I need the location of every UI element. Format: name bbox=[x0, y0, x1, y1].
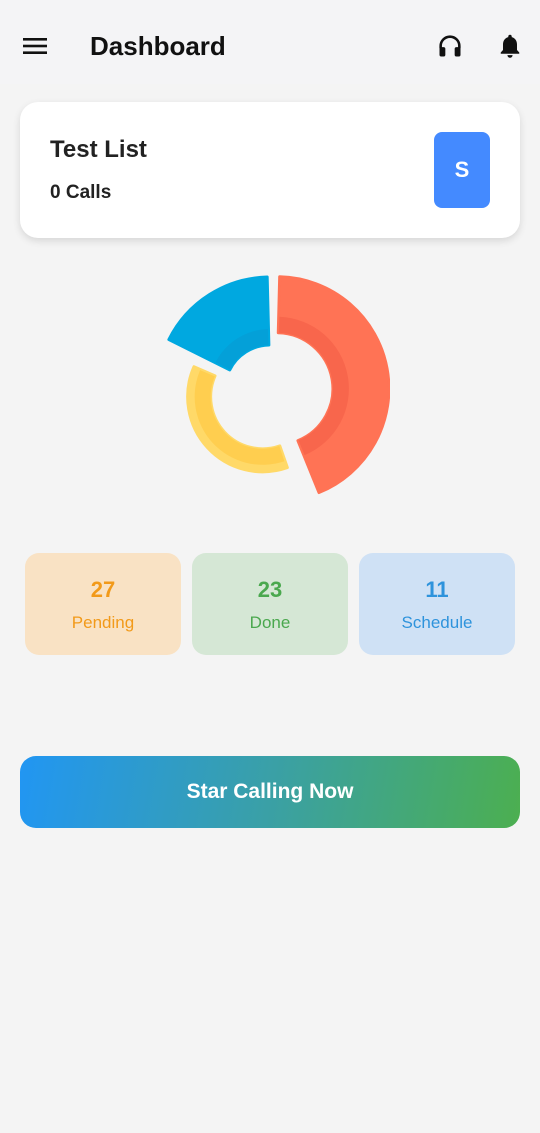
done-label: Done bbox=[249, 613, 291, 632]
list-name: Test List bbox=[50, 136, 147, 163]
donut-slice-inner-shade bbox=[194, 370, 285, 465]
stat-card-schedule[interactable]: 11 Schedule bbox=[359, 553, 515, 655]
donut-slice-fill bbox=[167, 275, 271, 372]
bell-icon bbox=[500, 34, 520, 58]
schedule-label: Schedule bbox=[401, 613, 473, 632]
call-list-card[interactable]: Test List 0 Calls S bbox=[20, 102, 520, 238]
page-title: Dashboard bbox=[90, 31, 226, 61]
donut-slice-pending bbox=[276, 275, 390, 495]
pending-label: Pending bbox=[71, 613, 135, 632]
avatar[interactable]: S bbox=[434, 132, 490, 208]
stat-card-pending[interactable]: 27 Pending bbox=[25, 553, 181, 655]
status-donut-chart bbox=[167, 275, 390, 495]
call-count: 0 Calls bbox=[50, 182, 112, 203]
app-bar: Dashboard bbox=[0, 0, 540, 84]
notifications-button[interactable] bbox=[494, 30, 526, 62]
support-button[interactable] bbox=[434, 30, 466, 62]
headset-icon bbox=[439, 35, 461, 57]
menu-button[interactable] bbox=[20, 28, 50, 64]
donut-slice-done bbox=[186, 365, 289, 474]
start-calling-button[interactable]: Star Calling Now bbox=[20, 756, 520, 828]
menu-icon bbox=[23, 38, 47, 54]
pending-count: 27 bbox=[90, 577, 116, 602]
stat-card-done[interactable]: 23 Done bbox=[192, 553, 348, 655]
donut-slice-schedule bbox=[167, 275, 271, 372]
done-count: 23 bbox=[257, 577, 283, 602]
schedule-count: 11 bbox=[425, 577, 449, 602]
